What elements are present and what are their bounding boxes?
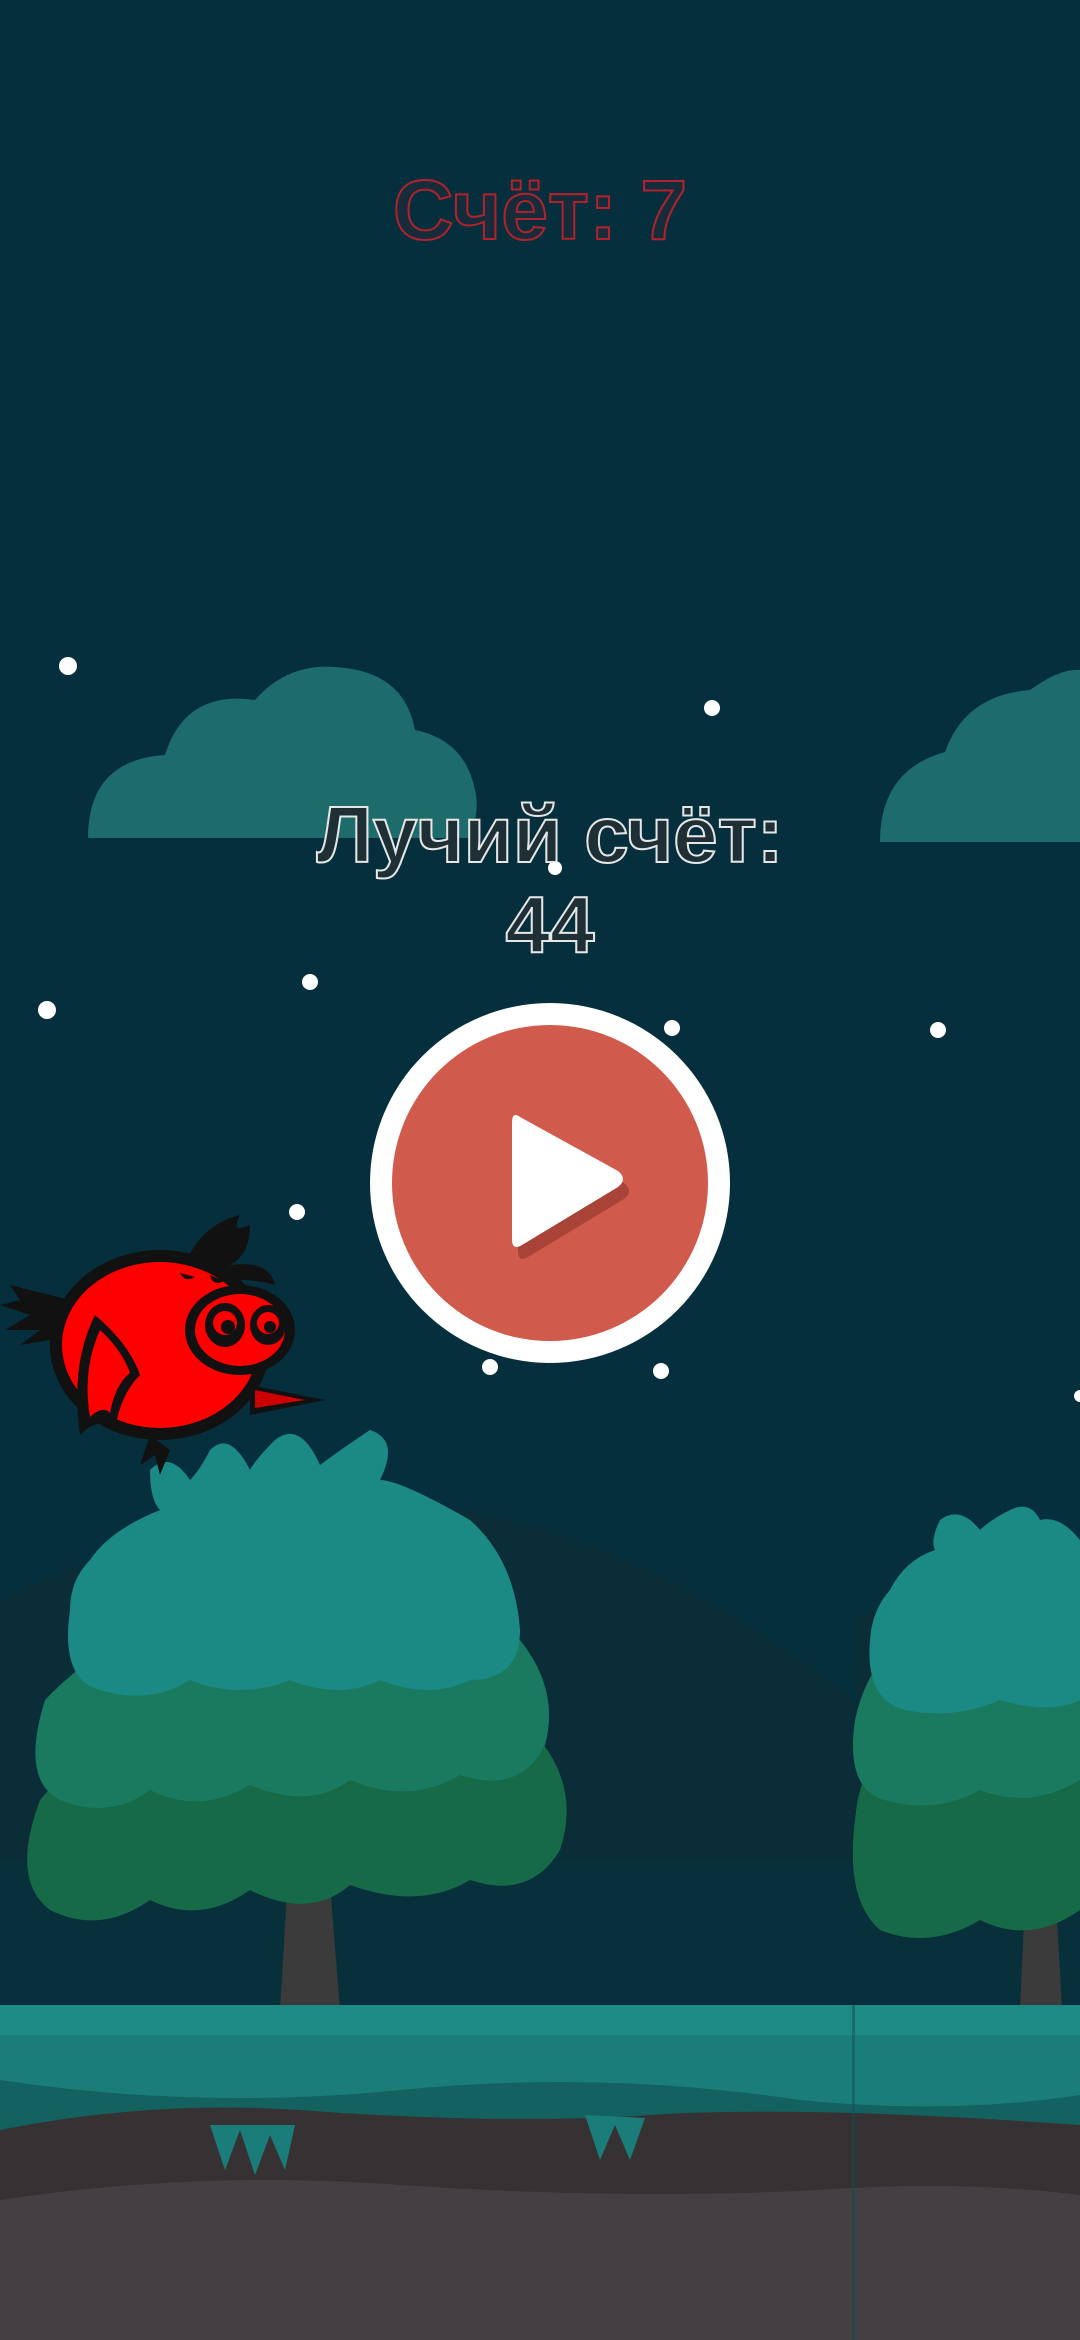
ground [0,2005,1080,2340]
best-score-value: 44 [505,879,596,970]
best-score-panel: Лучий счёт: 44 [300,789,800,970]
red-bird-icon [0,1215,325,1475]
play-button-face[interactable] [392,1025,708,1341]
game-screen[interactable]: Счёт: 7 Лучий счёт: 44 [0,0,1080,2340]
best-score-label: Лучий счёт: [316,789,785,880]
play-button[interactable] [370,1003,730,1363]
score-label: Счёт: 7 [392,163,688,257]
play-icon [512,1115,629,1259]
